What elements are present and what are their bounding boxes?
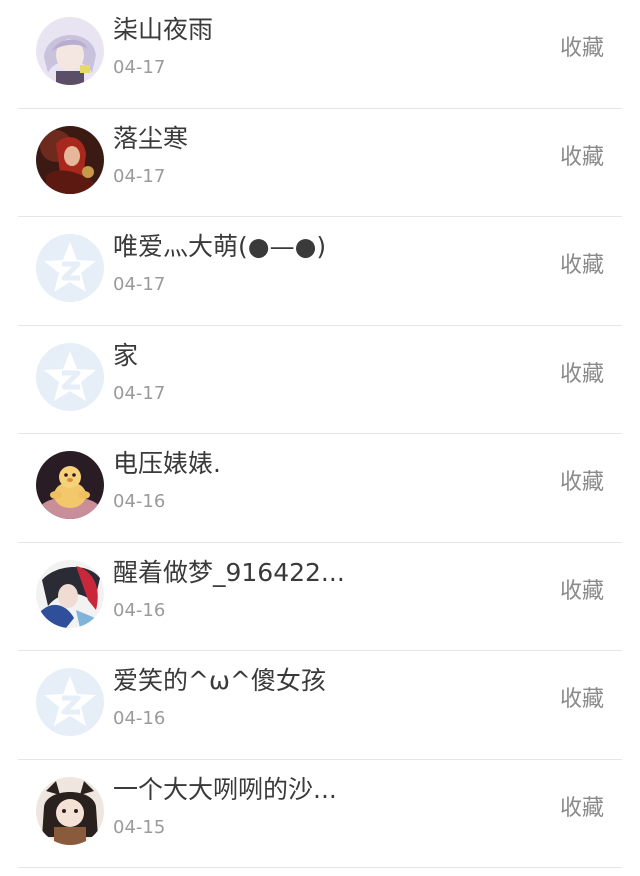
anime-avatar-dark-icon [36,559,104,628]
follow-date: 04-17 [113,382,166,404]
user-name: 爱笑的^ω^傻女孩 [113,666,326,695]
follow-date: 04-17 [113,274,166,295]
favorite-button[interactable]: 收藏 [560,577,604,607]
user-list: 柒山夜雨 04-17 收藏 落尘寒 04-17 收藏 唯爱灬大萌(●—●) 04… [0,0,640,876]
follow-date: 04-15 [113,816,166,838]
follow-date: 04-16 [113,708,166,729]
favorite-button[interactable]: 收藏 [560,468,604,498]
favorite-button[interactable]: 收藏 [560,685,604,715]
follow-date: 04-16 [113,599,166,621]
user-name: 落尘寒 [113,123,189,153]
user-name: 唯爱灬大萌(●—●) [113,232,327,261]
favorite-button[interactable]: 收藏 [560,794,604,824]
favorite-button[interactable]: 收藏 [560,360,604,390]
list-item[interactable]: 一个大大咧咧的沙... 04-15 收藏 [18,760,622,868]
follow-date: 04-17 [113,57,166,78]
avatar[interactable] [36,342,104,411]
follow-date: 04-17 [113,165,166,187]
favorite-button[interactable]: 收藏 [560,251,604,281]
avatar[interactable] [36,17,104,85]
default-star-avatar-icon [36,342,104,411]
favorite-button[interactable]: 收藏 [560,34,604,64]
list-item[interactable]: 落尘寒 04-17 收藏 [18,109,622,217]
user-name: 电压婊婊. [113,449,221,478]
list-item[interactable]: 电压婊婊. 04-16 收藏 [18,434,622,543]
list-item[interactable]: 柒山夜雨 04-17 收藏 [18,0,622,109]
avatar[interactable] [36,559,104,628]
list-item[interactable]: 唯爱灬大萌(●—●) 04-17 收藏 [18,217,622,326]
favorite-button[interactable]: 收藏 [560,143,604,173]
avatar[interactable] [36,776,104,845]
avatar[interactable] [36,125,104,194]
anime-avatar-red-icon [36,125,104,194]
user-name: 一个大大咧咧的沙... [113,774,337,804]
avatar[interactable] [36,668,104,736]
anime-avatar-girl-icon [36,776,104,845]
anime-avatar-lilac-icon [36,17,104,85]
user-name: 柒山夜雨 [113,15,214,44]
default-star-avatar-icon [36,668,104,736]
user-name: 家 [113,340,139,370]
follow-date: 04-16 [113,491,166,512]
list-item[interactable]: 爱笑的^ω^傻女孩 04-16 收藏 [18,651,622,760]
default-star-avatar-icon [36,234,104,302]
avatar[interactable] [36,234,104,302]
user-name: 醒着做梦_916422... [113,557,345,587]
avatar[interactable] [36,451,104,519]
list-item[interactable]: 家 04-17 收藏 [18,326,622,434]
duck-toy-avatar-icon [36,451,104,519]
list-item[interactable]: 醒着做梦_916422... 04-16 收藏 [18,543,622,651]
